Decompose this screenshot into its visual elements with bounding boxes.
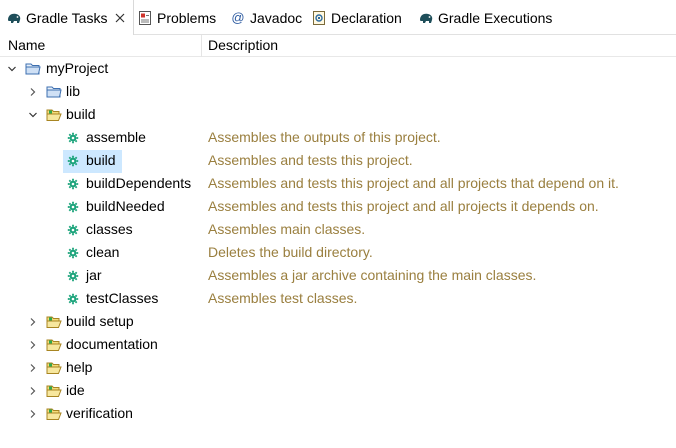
tree-item-lib[interactable]: lib [0,81,676,104]
task-name: buildNeeded [86,198,165,214]
tree-item-task-assemble[interactable]: assemble Assembles the outputs of this p… [0,127,676,150]
task-gear-icon [65,199,81,215]
tab-problems[interactable]: Problems [137,0,216,35]
tree-item-ide-group[interactable]: ide [0,380,676,403]
folder-open-icon [46,383,62,399]
tab-label: Javadoc [250,9,303,26]
task-gear-icon [65,222,81,238]
task-description: Assembles main classes. [208,221,366,237]
task-gear-icon [65,176,81,192]
task-gear-icon [65,130,81,146]
task-description: Assembles and tests this project and all… [208,198,599,214]
folder-open-icon [46,360,62,376]
task-gear-icon [65,153,81,169]
task-description: Assembles and tests this project. [208,152,413,168]
tree-item-label: build [66,106,96,122]
tree-item-verification-group[interactable]: verification [0,403,676,426]
folder-open-icon [46,314,62,330]
task-description: Assembles the outputs of this project. [208,129,441,145]
tree-item-label: ide [66,382,85,398]
task-name: buildDependents [86,175,192,191]
chevron-down-icon[interactable] [6,63,18,75]
tree-item-label: build setup [66,313,134,329]
chevron-right-icon[interactable] [27,408,39,420]
column-header-description[interactable]: Description [208,37,278,53]
chevron-right-icon[interactable] [27,339,39,351]
chevron-down-icon[interactable] [27,109,39,121]
tab-gradle-tasks[interactable]: Gradle Tasks [0,0,134,35]
project-folder-icon [46,84,62,100]
chevron-right-icon[interactable] [27,316,39,328]
gradle-elephant-icon [6,10,22,26]
gradle-elephant-icon [418,10,434,26]
task-gear-icon [65,245,81,261]
project-folder-icon [25,61,41,77]
tree-item-help-group[interactable]: help [0,357,676,380]
tree-item-build-group[interactable]: build [0,104,676,127]
problems-icon [137,10,153,26]
tree-item-label: myProject [46,60,109,76]
task-description: Assembles a jar archive containing the m… [208,267,537,283]
tab-gradle-executions[interactable]: Gradle Executions [418,0,552,35]
task-name: assemble [86,129,146,145]
close-icon[interactable] [114,12,126,24]
tab-label: Gradle Executions [438,9,553,26]
chevron-right-icon[interactable] [27,362,39,374]
tree-item-task-testclasses[interactable]: testClasses Assembles test classes. [0,288,676,311]
task-gear-icon [65,268,81,284]
tab-label: Declaration [331,9,402,26]
view-tab-bar: Gradle Tasks Problems @ Javadoc Declarat… [0,0,676,35]
chevron-right-icon[interactable] [27,86,39,98]
tree-item-task-builddependents[interactable]: buildDependents Assembles and tests this… [0,173,676,196]
tab-label: Gradle Tasks [26,9,108,26]
task-description: Deletes the build directory. [208,244,373,260]
tree-item-label: documentation [66,336,158,352]
tree-item-documentation-group[interactable]: documentation [0,334,676,357]
task-description: Assembles and tests this project and all… [208,175,619,191]
column-header-name[interactable]: Name [8,37,45,53]
tree-item-label: verification [66,405,133,421]
folder-open-icon [46,337,62,353]
task-name: jar [86,267,102,283]
task-description: Assembles test classes. [208,290,358,306]
tree-item-myproject[interactable]: myProject [0,58,676,81]
tree-item-label: lib [66,83,81,99]
declaration-icon [311,10,327,26]
tree-item-label: help [66,359,93,375]
tab-declaration[interactable]: Declaration [311,0,402,35]
tree-item-task-classes[interactable]: classes Assembles main classes. [0,219,676,242]
gradle-tasks-view: Gradle Tasks Problems @ Javadoc Declarat… [0,0,676,448]
tab-label: Problems [157,9,217,26]
tree-item-task-jar[interactable]: jar Assembles a jar archive containing t… [0,265,676,288]
task-name: classes [86,221,133,237]
tree-item-build-setup-group[interactable]: build setup [0,311,676,334]
tree-item-task-build[interactable]: build Assembles and tests this project. [0,150,676,173]
task-name: build [86,152,116,168]
tree-item-task-buildneeded[interactable]: buildNeeded Assembles and tests this pro… [0,196,676,219]
column-separator[interactable] [201,35,202,57]
task-gear-icon [65,291,81,307]
folder-open-icon [46,107,62,123]
chevron-right-icon[interactable] [27,385,39,397]
tab-javadoc[interactable]: @ Javadoc [230,0,302,35]
tree-item-task-clean[interactable]: clean Deletes the build directory. [0,242,676,265]
task-name: testClasses [86,290,159,306]
at-sign-icon: @ [231,10,245,25]
task-name: clean [86,244,120,260]
column-header: Name Description [0,35,676,57]
folder-open-icon [46,406,62,422]
